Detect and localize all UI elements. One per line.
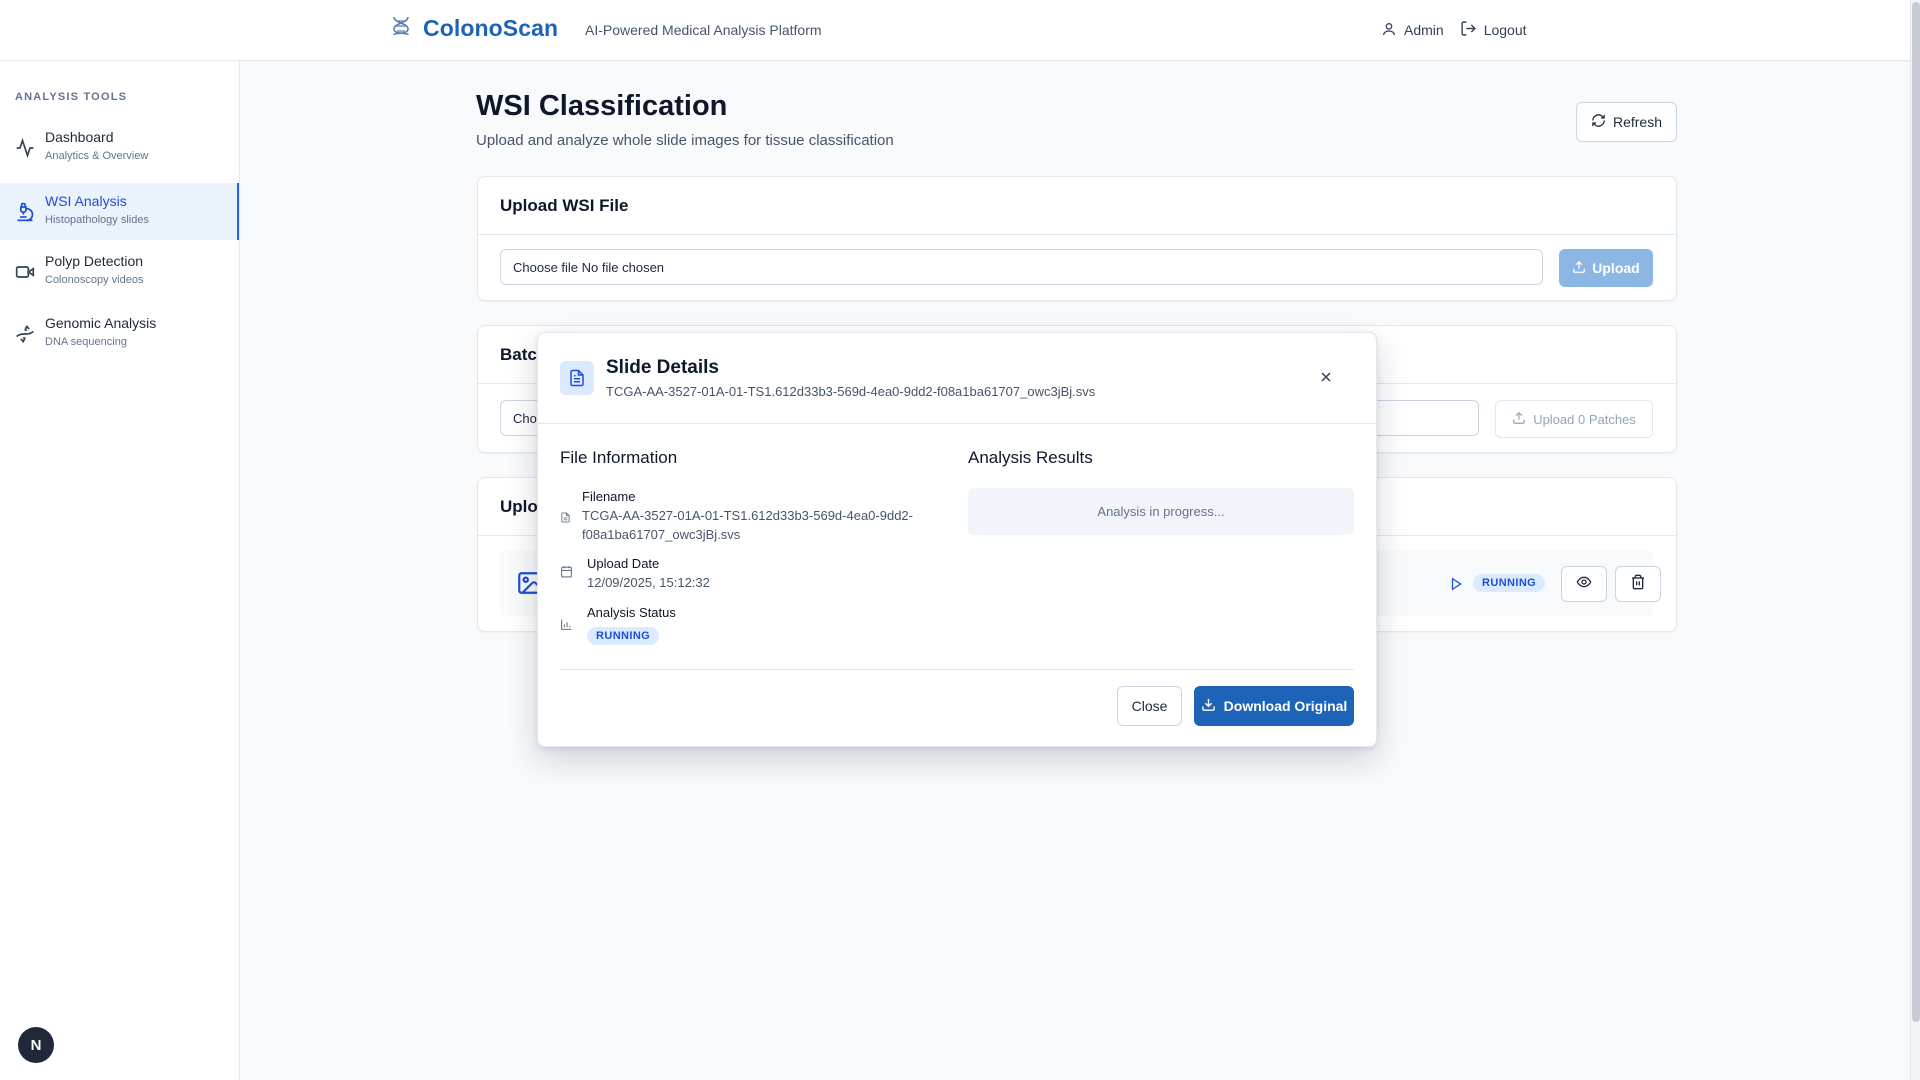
sidebar-item-polyp-detection[interactable]: Polyp Detection Colonoscopy videos: [0, 243, 239, 300]
eye-icon: [1576, 574, 1592, 595]
sidebar-item-sublabel: Colonoscopy videos: [45, 274, 144, 286]
sidebar-item-label: Dashboard: [45, 129, 114, 145]
sidebar-heading: ANALYSIS TOOLS: [15, 91, 128, 103]
modal-title: Slide Details: [606, 357, 719, 378]
upload-patches-label: Upload 0 Patches: [1533, 411, 1636, 427]
modal-subtitle: TCGA-AA-3527-01A-01-TS1.612d33b3-569d-4e…: [606, 384, 1096, 399]
refresh-icon: [1591, 113, 1606, 131]
modal-divider: [560, 669, 1354, 670]
sidebar-item-sublabel: DNA sequencing: [45, 336, 127, 348]
sidebar-item-wsi-analysis[interactable]: WSI Analysis Histopathology slides: [0, 183, 239, 240]
brand[interactable]: ColonoScan: [389, 14, 558, 43]
page-subtitle: Upload and analyze whole slide images fo…: [476, 132, 894, 149]
file-text-icon: [560, 361, 594, 395]
dna-logo-icon: [389, 14, 413, 43]
slide-details-modal: Slide Details TCGA-AA-3527-01A-01-TS1.61…: [537, 332, 1377, 747]
logout-label: Logout: [1483, 22, 1527, 38]
refresh-button[interactable]: Refresh: [1576, 102, 1677, 142]
bar-chart-icon: [560, 618, 573, 636]
file-icon: [560, 511, 571, 529]
sidebar-item-sublabel: Histopathology slides: [45, 214, 149, 226]
trash-icon: [1630, 574, 1646, 595]
upload-icon: [1512, 411, 1526, 428]
play-icon: [1449, 577, 1463, 596]
dna-icon: [15, 324, 35, 344]
upload-label: Upload: [1592, 260, 1640, 276]
brand-tagline: AI-Powered Medical Analysis Platform: [585, 22, 822, 38]
filename-value-line2: f08a1ba61707_owc3jBj.svs: [582, 527, 741, 542]
page-scrollbar[interactable]: [1910, 0, 1920, 1080]
user-icon: [1381, 21, 1397, 40]
upload-button[interactable]: Upload: [1559, 249, 1653, 287]
brand-name: ColonoScan: [423, 15, 559, 41]
microscope-icon: [15, 202, 35, 222]
video-icon: [15, 262, 35, 282]
sidebar-item-genomic-analysis[interactable]: Genomic Analysis DNA sequencing: [0, 305, 239, 362]
user-menu[interactable]: Admin: [1381, 21, 1444, 40]
upload-date-value: 12/09/2025, 15:12:32: [587, 575, 710, 590]
view-button[interactable]: [1561, 566, 1607, 602]
wsi-file-input[interactable]: Choose file No file chosen: [500, 249, 1543, 285]
card-title: Upload WSI File: [478, 177, 1676, 235]
page-title: WSI Classification: [476, 90, 728, 122]
filename-label: Filename: [582, 489, 636, 504]
status-badge: RUNNING: [1473, 574, 1546, 592]
logout-icon: [1460, 20, 1477, 40]
user-label: Admin: [1404, 22, 1444, 38]
sidebar: ANALYSIS TOOLS Dashboard Analytics & Ove…: [0, 61, 240, 1080]
upload-patches-button[interactable]: Upload 0 Patches: [1495, 400, 1653, 438]
analysis-results-heading: Analysis Results: [968, 448, 1093, 467]
file-info-heading: File Information: [560, 448, 678, 467]
close-icon[interactable]: [1314, 365, 1338, 389]
logout-button[interactable]: Logout: [1460, 20, 1527, 40]
sidebar-item-label: Polyp Detection: [45, 253, 144, 269]
dev-tools-badge[interactable]: N: [18, 1027, 54, 1063]
filename-value-line1: TCGA-AA-3527-01A-01-TS1.612d33b3-569d-4e…: [582, 508, 913, 523]
refresh-label: Refresh: [1612, 114, 1663, 130]
sidebar-item-sublabel: Analytics & Overview: [45, 150, 149, 162]
calendar-icon: [560, 565, 573, 583]
delete-button[interactable]: [1615, 566, 1661, 602]
activity-icon: [15, 137, 35, 159]
sidebar-item-label: WSI Analysis: [45, 193, 127, 209]
sidebar-item-label: Genomic Analysis: [45, 315, 157, 331]
upload-wsi-card: Upload WSI File Choose file No file chos…: [477, 176, 1677, 301]
modal-header: Slide Details TCGA-AA-3527-01A-01-TS1.61…: [538, 333, 1376, 424]
sidebar-item-dashboard[interactable]: Dashboard Analytics & Overview: [0, 119, 239, 176]
upload-icon: [1572, 260, 1586, 277]
status-label: Analysis Status: [587, 605, 676, 620]
upload-date-label: Upload Date: [587, 556, 660, 571]
top-header: ColonoScan AI-Powered Medical Analysis P…: [0, 0, 1910, 61]
header-actions: Admin Logout: [1381, 20, 1527, 40]
download-icon: [1201, 697, 1216, 715]
download-original-button[interactable]: Download Original: [1194, 686, 1354, 726]
scrollbar-thumb[interactable]: [1912, 2, 1920, 1022]
download-label: Download Original: [1223, 698, 1348, 714]
status-badge: RUNNING: [587, 627, 660, 645]
close-button[interactable]: Close: [1117, 686, 1182, 726]
analysis-progress: Analysis in progress...: [968, 488, 1354, 535]
